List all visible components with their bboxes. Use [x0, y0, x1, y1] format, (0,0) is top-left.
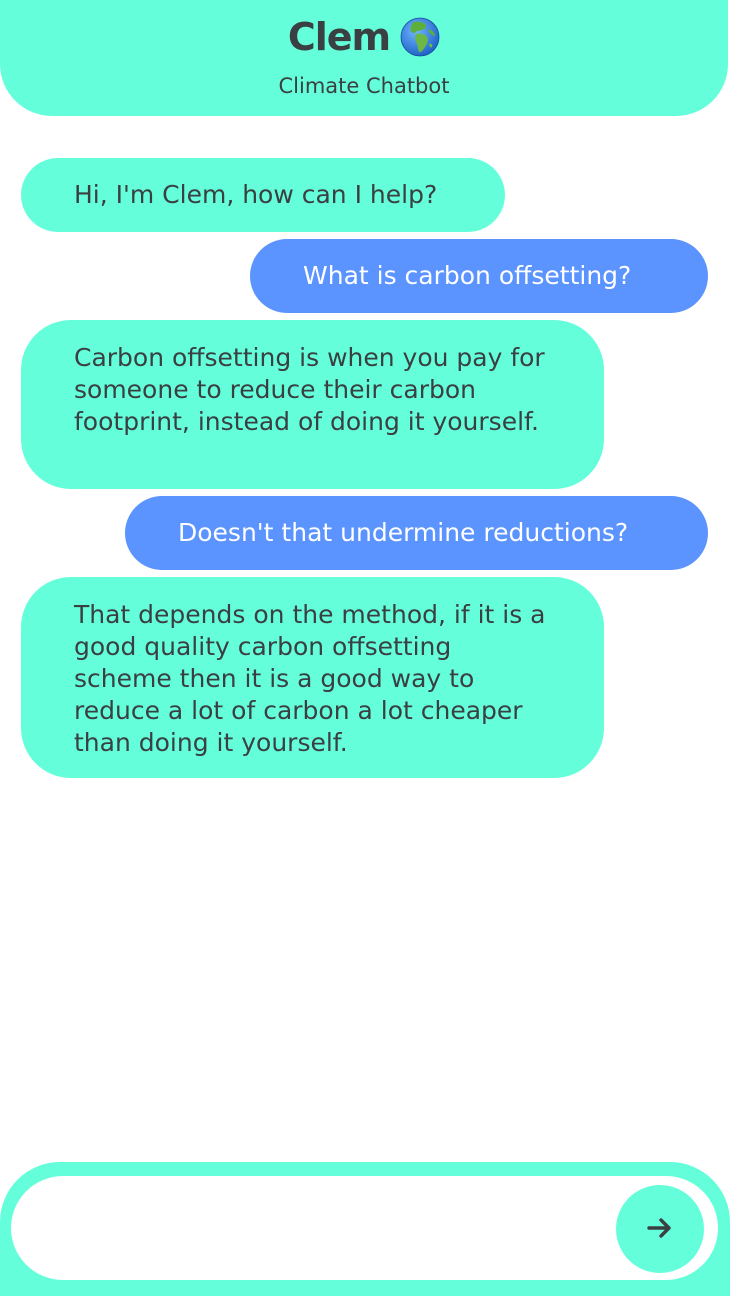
- bot-message: Carbon offsetting is when you pay for so…: [21, 320, 604, 489]
- message-composer: [0, 1162, 730, 1296]
- title-row: Clem: [0, 14, 728, 60]
- chat-header: Clem Climate Chatbot: [0, 0, 728, 116]
- bot-message: That depends on the method, if it is a g…: [21, 577, 604, 778]
- arrow-right-icon: [645, 1213, 675, 1246]
- bot-message: Hi, I'm Clem, how can I help?: [21, 158, 505, 232]
- user-message: Doesn't that undermine reductions?: [125, 496, 708, 570]
- user-message: What is carbon offsetting?: [250, 239, 708, 313]
- send-button[interactable]: [616, 1185, 704, 1273]
- message-input[interactable]: [43, 1204, 607, 1254]
- chat-subtitle: Climate Chatbot: [278, 74, 450, 98]
- chat-app: Clem Climate Chatbot Hi, I'm Clem, how c…: [0, 0, 730, 1296]
- chat-title: Clem: [287, 15, 391, 59]
- globe-icon: [400, 17, 440, 57]
- input-container: [11, 1176, 718, 1280]
